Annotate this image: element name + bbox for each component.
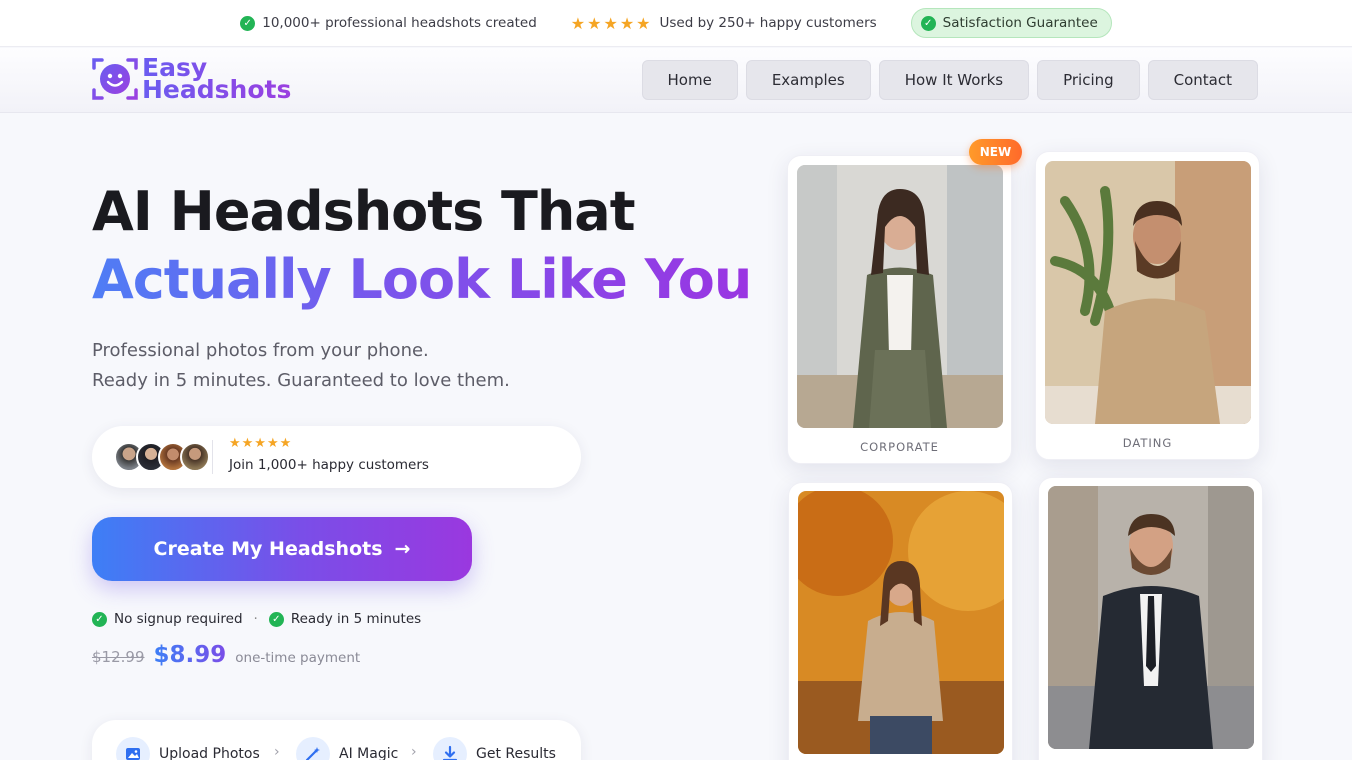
hero-subtitle: Professional photos from your phone. Rea…: [92, 336, 510, 396]
hero-title-line1: AI Headshots That: [92, 180, 636, 243]
no-signup-text: No signup required: [114, 611, 243, 627]
card-label-dating: DATING: [1122, 436, 1173, 450]
download-icon: [433, 737, 467, 760]
image-icon: [116, 737, 150, 760]
nav-pricing-button[interactable]: Pricing: [1037, 60, 1140, 100]
process-steps: Upload Photos › AI Magic › Get Results: [92, 720, 581, 760]
nav-home-button[interactable]: Home: [641, 60, 738, 100]
ready-text: Ready in 5 minutes: [290, 611, 422, 627]
old-price: $12.99: [92, 648, 145, 666]
check-icon: ✓: [92, 611, 107, 627]
main-nav: Home Examples How It Works Pricing Conta…: [641, 60, 1258, 100]
cta-label: Create My Headshots: [153, 538, 383, 560]
dating-headshot-image: [1045, 161, 1251, 424]
guarantee-text: Satisfaction Guarantee: [942, 15, 1098, 31]
social-proof-card: ★★★★★ Join 1,000+ happy customers: [92, 426, 581, 488]
current-price: $8.99: [153, 642, 227, 668]
step-results: Get Results: [433, 737, 556, 760]
check-icon: ✓: [240, 15, 256, 31]
headshots-count-text: 10,000+ professional headshots created: [262, 15, 537, 31]
customer-avatars: [114, 442, 210, 472]
create-headshots-button[interactable]: Create My Headshots →: [92, 517, 472, 581]
arrow-right-icon: →: [394, 538, 411, 560]
star-rating-icon: ★★★★★: [570, 13, 653, 33]
casual-headshot-image: [798, 491, 1004, 754]
headshots-count: ✓ 10,000+ professional headshots created: [240, 15, 537, 31]
hero-title-line2: Actually Look Like You: [92, 246, 752, 314]
customer-rating: ★★★★★ Used by 250+ happy customers: [571, 14, 877, 33]
hero-title: AI Headshots That Actually Look Like You: [92, 178, 752, 314]
chevron-right-icon: ›: [411, 744, 417, 760]
hero-subtitle-line2: Ready in 5 minutes. Guaranteed to love t…: [92, 370, 510, 391]
card-label-corporate: CORPORATE: [860, 440, 939, 454]
social-proof-text: Join 1,000+ happy customers: [229, 457, 429, 473]
hero-subtitle-line1: Professional photos from your phone.: [92, 340, 429, 361]
nav-examples-button[interactable]: Examples: [745, 60, 871, 100]
chevron-right-icon: ›: [274, 744, 280, 760]
step-ai-label: AI Magic: [339, 746, 399, 760]
logo-text: Easy Headshots: [142, 57, 291, 101]
smiley-face-icon: [92, 56, 138, 102]
guarantee-badge: ✓ Satisfaction Guarantee: [910, 8, 1112, 38]
divider: [212, 440, 213, 474]
step-upload: Upload Photos: [116, 737, 260, 760]
step-ai: AI Magic: [296, 737, 398, 760]
example-card-business[interactable]: [1038, 477, 1263, 760]
logo-line2: Headshots: [142, 75, 292, 104]
check-icon: ✓: [920, 15, 936, 31]
star-rating-icon: ★★★★★: [229, 436, 293, 451]
business-headshot-image: [1048, 486, 1254, 749]
step-upload-label: Upload Photos: [159, 746, 260, 760]
logo[interactable]: Easy Headshots: [92, 56, 291, 102]
example-card-corporate[interactable]: CORPORATE: [787, 155, 1012, 464]
corporate-headshot-image: [797, 165, 1003, 428]
feature-badges: ✓ No signup required · ✓ Ready in 5 minu…: [92, 611, 421, 627]
nav-contact-button[interactable]: Contact: [1147, 60, 1258, 100]
customer-rating-text: Used by 250+ happy customers: [659, 15, 877, 31]
navbar: Easy Headshots Home Examples How It Work…: [0, 48, 1352, 113]
avatar: [180, 442, 210, 472]
new-badge: NEW: [969, 139, 1022, 165]
nav-how-it-works-button[interactable]: How It Works: [878, 60, 1030, 100]
price-note: one-time payment: [235, 650, 361, 666]
check-icon: ✓: [268, 611, 284, 627]
example-card-casual[interactable]: [788, 482, 1013, 760]
example-card-dating[interactable]: DATING: [1035, 151, 1260, 460]
separator: ·: [253, 611, 258, 627]
magic-wand-icon: [296, 737, 330, 760]
pricing: $12.99 $8.99 one-time payment: [92, 642, 360, 668]
step-results-label: Get Results: [476, 746, 556, 760]
announcement-bar: ✓ 10,000+ professional headshots created…: [0, 0, 1352, 47]
